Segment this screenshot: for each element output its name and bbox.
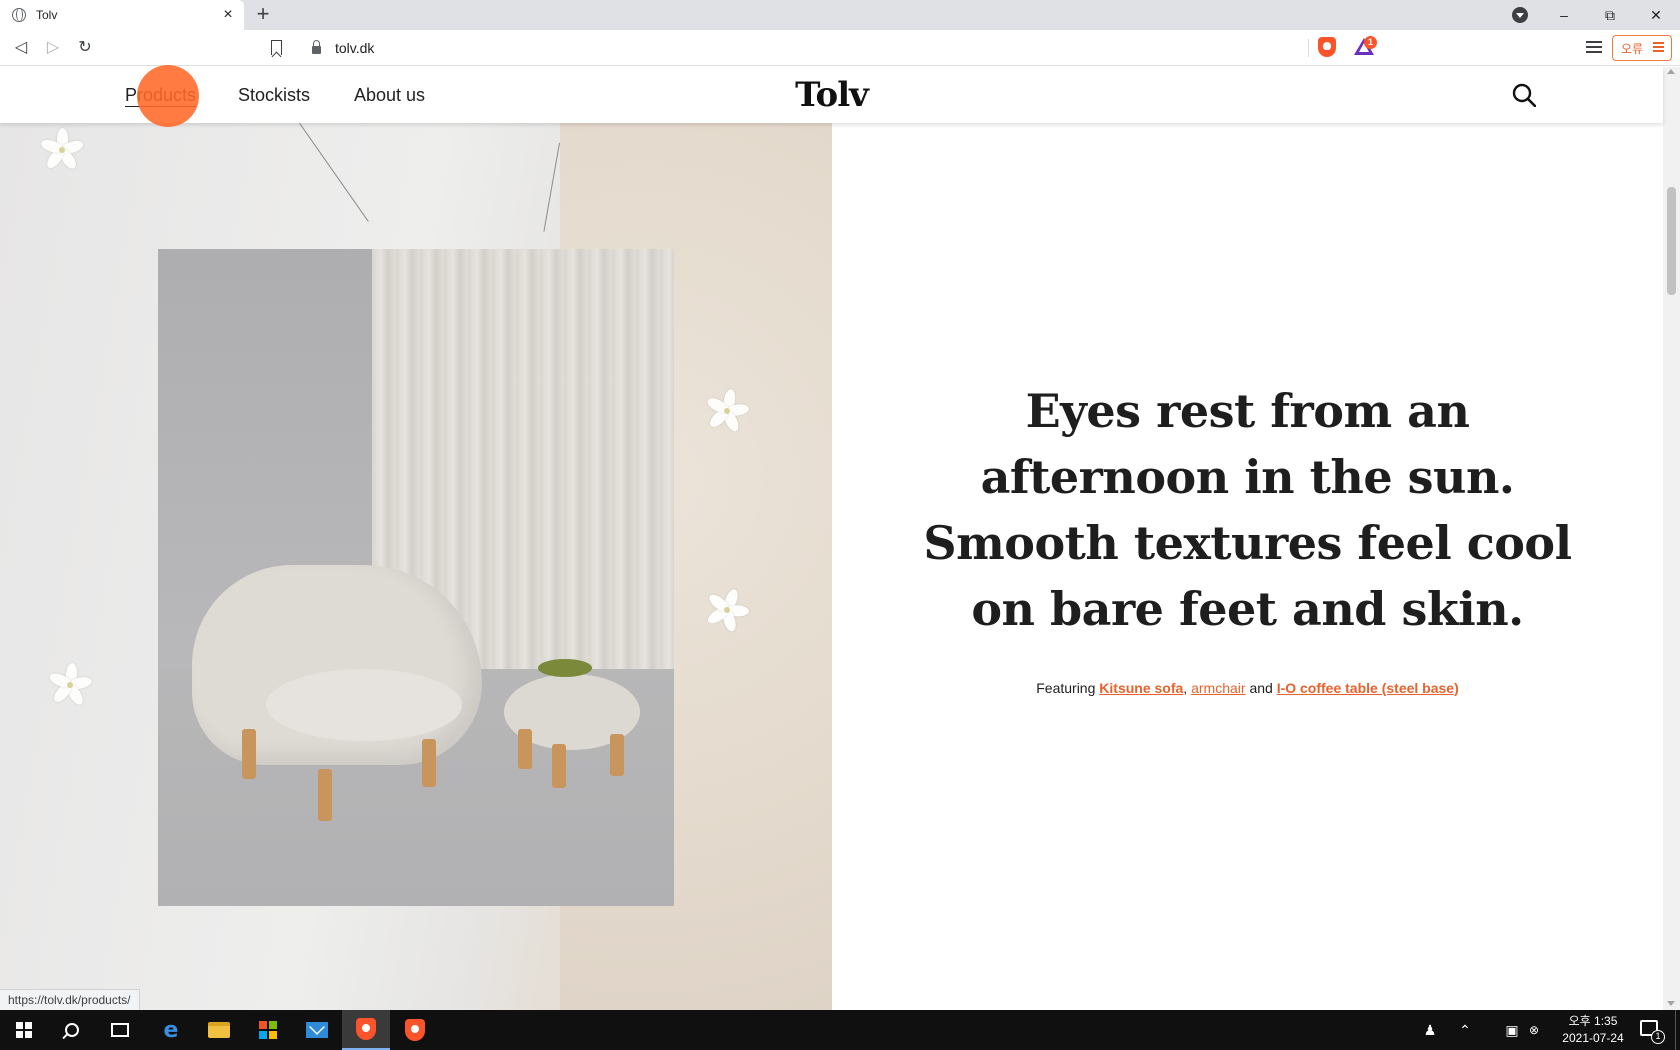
lock-icon[interactable]: [312, 40, 321, 54]
headline-line: afternoon in the sun.: [980, 450, 1515, 504]
url-text[interactable]: tolv.dk: [335, 40, 374, 56]
tab-search-icon[interactable]: [1512, 7, 1528, 23]
globe-icon: [12, 8, 26, 22]
taskbar-search-button[interactable]: [48, 1010, 96, 1050]
brave-app-active[interactable]: [342, 1010, 390, 1050]
forward-icon[interactable]: ▷: [42, 37, 64, 59]
flower-icon: [705, 587, 750, 633]
profile-error-button[interactable]: 오류: [1612, 35, 1672, 61]
network-icon[interactable]: ▣: [1500, 1010, 1524, 1050]
table-leg: [610, 734, 624, 776]
mail-app[interactable]: [293, 1010, 341, 1050]
hero-image: [0, 123, 832, 1010]
profile-label: 오류: [1621, 41, 1644, 56]
restore-icon[interactable]: ⧉: [1587, 0, 1633, 30]
folder-icon: [208, 1022, 230, 1038]
link-kitsune-sofa[interactable]: Kitsune sofa: [1099, 680, 1183, 696]
start-button[interactable]: [0, 1010, 48, 1050]
show-desktop-button[interactable]: [1675, 1010, 1680, 1050]
playlist-icon[interactable]: [1586, 41, 1602, 55]
people-icon[interactable]: ♟: [1415, 1010, 1445, 1050]
flower-icon: [47, 662, 93, 707]
back-icon[interactable]: ◁: [10, 37, 32, 59]
link-armchair[interactable]: armchair: [1191, 680, 1245, 696]
taskbar-clock[interactable]: 오후 1:35 2021-07-24: [1548, 1013, 1638, 1047]
volume-muted-icon[interactable]: ⊗: [1524, 1010, 1544, 1050]
headline-line: Smooth textures feel cool: [923, 516, 1572, 570]
product-photo: [158, 249, 674, 906]
table-leg: [552, 744, 566, 788]
tab-title: Tolv: [36, 8, 58, 22]
featuring-caption: Featuring Kitsune sofa, armchair and I-O…: [832, 680, 1663, 696]
featuring-prefix: Featuring: [1036, 680, 1096, 696]
tab-strip: Tolv × + – ⧉ ✕: [0, 0, 1680, 30]
page-scrollbar[interactable]: [1663, 67, 1680, 1010]
link-io-coffee-table[interactable]: I-O coffee table (steel base): [1277, 680, 1459, 696]
minimize-icon[interactable]: –: [1541, 0, 1587, 30]
windows-taskbar: e ♟ ⌃ ▣ ⊗ 오후 1:35 2021-07-24 1: [0, 1010, 1680, 1050]
search-icon: [65, 1023, 79, 1037]
table-leg: [518, 729, 532, 769]
hero-text-panel: Eyes rest from an afternoon in the sun. …: [832, 123, 1663, 1010]
table-plant: [538, 659, 592, 677]
notification-badge: 1: [1651, 1030, 1665, 1044]
armchair-seat: [266, 669, 462, 741]
store-app[interactable]: [244, 1010, 292, 1050]
scroll-thumb[interactable]: [1667, 187, 1676, 295]
site-header: Products Stockists About us Tolv: [0, 67, 1663, 123]
chair-leg: [242, 729, 256, 779]
bookmark-icon[interactable]: [271, 40, 282, 55]
scroll-up-arrow-icon[interactable]: [1667, 69, 1675, 74]
menu-icon: [1653, 42, 1665, 54]
headline-line: Eyes rest from an: [1025, 384, 1470, 438]
status-bar-url: https://tolv.dk/products/: [0, 989, 140, 1010]
separator: ,: [1183, 680, 1188, 696]
click-indicator: [137, 65, 199, 127]
close-window-icon[interactable]: ✕: [1633, 0, 1679, 30]
search-icon[interactable]: [1512, 83, 1536, 107]
mail-icon: [306, 1022, 328, 1038]
brave-app[interactable]: [391, 1010, 439, 1050]
clock-date: 2021-07-24: [1562, 1031, 1624, 1045]
edge-icon: e: [163, 1017, 179, 1043]
brave-shields-icon[interactable]: [1318, 37, 1336, 57]
browser-tab[interactable]: Tolv ×: [0, 0, 244, 30]
crack-line: [299, 123, 369, 222]
windows-logo-icon: [16, 1022, 32, 1038]
hero-headline: Eyes rest from an afternoon in the sun. …: [832, 378, 1663, 642]
divider: [1308, 39, 1309, 57]
scroll-down-arrow-icon[interactable]: [1667, 1001, 1675, 1006]
edge-app[interactable]: e: [147, 1010, 195, 1050]
conjunction: and: [1249, 680, 1273, 696]
task-view-button[interactable]: [96, 1010, 144, 1050]
flower-icon: [705, 388, 750, 434]
chair-leg: [318, 769, 332, 821]
site-logo[interactable]: Tolv: [0, 75, 1663, 115]
browser-toolbar: ◁ ▷ ↻ tolv.dk 1 오류: [0, 30, 1680, 66]
flower-icon: [39, 128, 85, 172]
rewards-badge: 1: [1364, 36, 1377, 49]
headline-line: on bare feet and skin.: [971, 582, 1524, 636]
store-icon: [259, 1021, 277, 1039]
crack-line: [543, 142, 560, 232]
reload-icon[interactable]: ↻: [74, 37, 96, 59]
new-tab-button[interactable]: +: [252, 3, 274, 26]
clock-time: 오후 1:35: [1568, 1014, 1618, 1028]
brave-icon: [405, 1019, 425, 1041]
chair-leg: [422, 739, 436, 787]
address-bar[interactable]: tolv.dk: [296, 34, 1310, 62]
task-view-icon: [111, 1023, 129, 1037]
chevron-up-icon[interactable]: ⌃: [1452, 1010, 1478, 1050]
close-tab-icon[interactable]: ×: [218, 5, 238, 25]
file-explorer-app[interactable]: [195, 1010, 243, 1050]
brave-icon: [356, 1018, 376, 1040]
